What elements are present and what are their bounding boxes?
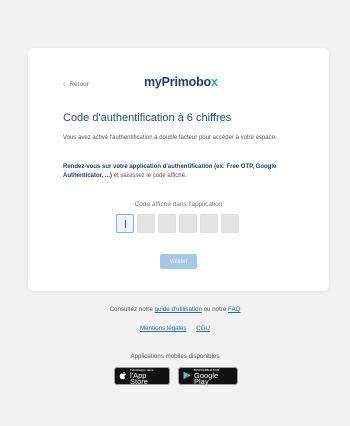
code-digit-6[interactable] [221,214,239,233]
auth-card: ‹ Retour myPrimobox Code d'authentificat… [28,48,329,291]
code-digit-1[interactable] [116,214,134,233]
legal-links: Mentions légales CGU [0,325,350,332]
consult-prefix: Consultez notre [109,306,155,313]
chevron-left-icon: ‹ [63,81,66,88]
code-label: Code affiché dans l'application [134,201,223,208]
code-digit-3[interactable] [158,214,176,233]
code-digit-5[interactable] [200,214,218,233]
apple-big-text: l'App Store [130,371,148,386]
google-play-icon [183,371,191,382]
help-text: Consultez notre guide d'utilisation ou n… [0,306,350,313]
code-digit-4[interactable] [179,214,197,233]
google-play-badge[interactable]: DISPONIBLE SUR Google Play [178,367,238,385]
code-digit-2[interactable] [137,214,155,233]
intro-text: Vous avez activé l'authentification à do… [63,135,277,141]
apps-label: Applications mobiles disponibles [130,353,220,360]
faq-link[interactable]: FAQ [228,306,240,313]
cgu-link[interactable]: CGU [196,325,210,332]
app-store-badge[interactable]: Télécharger dans l'App Store [114,367,170,385]
guide-link[interactable]: guide d'utilisation [155,306,202,313]
legal-mentions-link[interactable]: Mentions légales [140,325,186,332]
apple-icon [119,371,127,382]
page-title: Code d'authentification à 6 chiffres [63,112,232,124]
logo-text: myPrimobo [144,75,211,89]
consult-middle: ou notre [201,306,229,313]
back-label: Retour [69,81,89,88]
back-link[interactable]: ‹ Retour [63,81,89,88]
instruction-rest: et saisissez le code affiché. [112,173,187,179]
instruction-text: Rendez-vous sur votre application d'auth… [63,163,308,181]
logo: myPrimobox [144,75,218,89]
code-input-group [116,214,239,233]
logo-accent: x [210,75,218,89]
google-big-text: Google Play [194,371,219,386]
validate-button[interactable]: Valider [160,254,197,269]
